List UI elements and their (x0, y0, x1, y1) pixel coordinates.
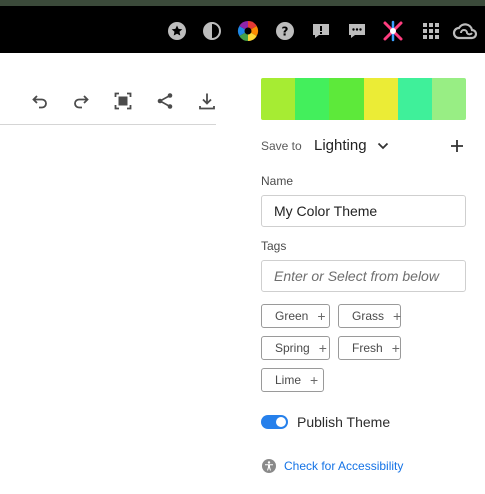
swatch-6[interactable] (431, 78, 466, 120)
svg-text:?: ? (282, 25, 289, 39)
undo-icon[interactable] (27, 88, 53, 114)
fit-screen-icon[interactable] (110, 88, 136, 114)
download-icon[interactable] (194, 88, 220, 114)
contrast-icon[interactable] (201, 20, 223, 42)
tags-field (261, 260, 466, 292)
help-icon[interactable]: ? (274, 20, 296, 42)
tag-chip-lime[interactable]: Lime + (261, 368, 324, 392)
star-badge-icon[interactable] (166, 20, 188, 42)
tag-chip-green[interactable]: Green + (261, 304, 330, 328)
tags-input[interactable] (274, 268, 453, 284)
publish-theme-label: Publish Theme (297, 414, 391, 430)
library-select[interactable]: Lighting (314, 137, 389, 154)
plus-icon: + (317, 308, 326, 324)
tag-label: Grass (352, 309, 385, 323)
tag-label: Fresh (352, 341, 383, 355)
app-grid-icon[interactable] (420, 20, 442, 42)
name-field (261, 195, 466, 227)
chevron-down-icon (377, 137, 389, 154)
redo-icon[interactable] (68, 88, 94, 114)
add-library-button[interactable] (447, 136, 467, 156)
top-bar: ? (0, 0, 485, 53)
color-wheel-icon[interactable] (237, 20, 259, 42)
chat-icon[interactable] (346, 20, 368, 42)
tag-label: Spring (275, 341, 310, 355)
accessibility-icon (262, 459, 276, 473)
plus-icon: + (310, 372, 319, 388)
tag-label: Green (275, 309, 309, 323)
tags-label: Tags (261, 239, 287, 253)
tag-label: Lime (275, 373, 302, 387)
color-theme-swatches (261, 78, 466, 120)
tag-chip-spring[interactable]: Spring + (261, 336, 330, 360)
creative-apps-icon[interactable] (382, 20, 404, 42)
name-input[interactable] (274, 203, 453, 219)
swatch-5[interactable] (397, 78, 432, 120)
publish-theme-toggle[interactable] (261, 415, 288, 429)
swatch-2[interactable] (295, 78, 330, 120)
canvas-divider (0, 124, 216, 125)
alert-icon[interactable] (310, 20, 332, 42)
swatch-1[interactable] (261, 78, 296, 120)
toggle-knob (276, 417, 286, 427)
creative-cloud-icon[interactable] (452, 20, 478, 42)
check-accessibility-link[interactable]: Check for Accessibility (284, 459, 403, 473)
save-to-label: Save to (261, 139, 302, 153)
tag-chip-fresh[interactable]: Fresh + (338, 336, 401, 360)
plus-icon: + (393, 308, 402, 324)
name-label: Name (261, 174, 294, 188)
swatch-3[interactable] (329, 78, 364, 120)
plus-icon: + (318, 340, 327, 356)
share-icon[interactable] (152, 88, 178, 114)
plus-icon: + (391, 340, 400, 356)
tag-chip-grass[interactable]: Grass + (338, 304, 401, 328)
library-select-value: Lighting (314, 137, 367, 154)
swatch-4[interactable] (363, 78, 398, 120)
